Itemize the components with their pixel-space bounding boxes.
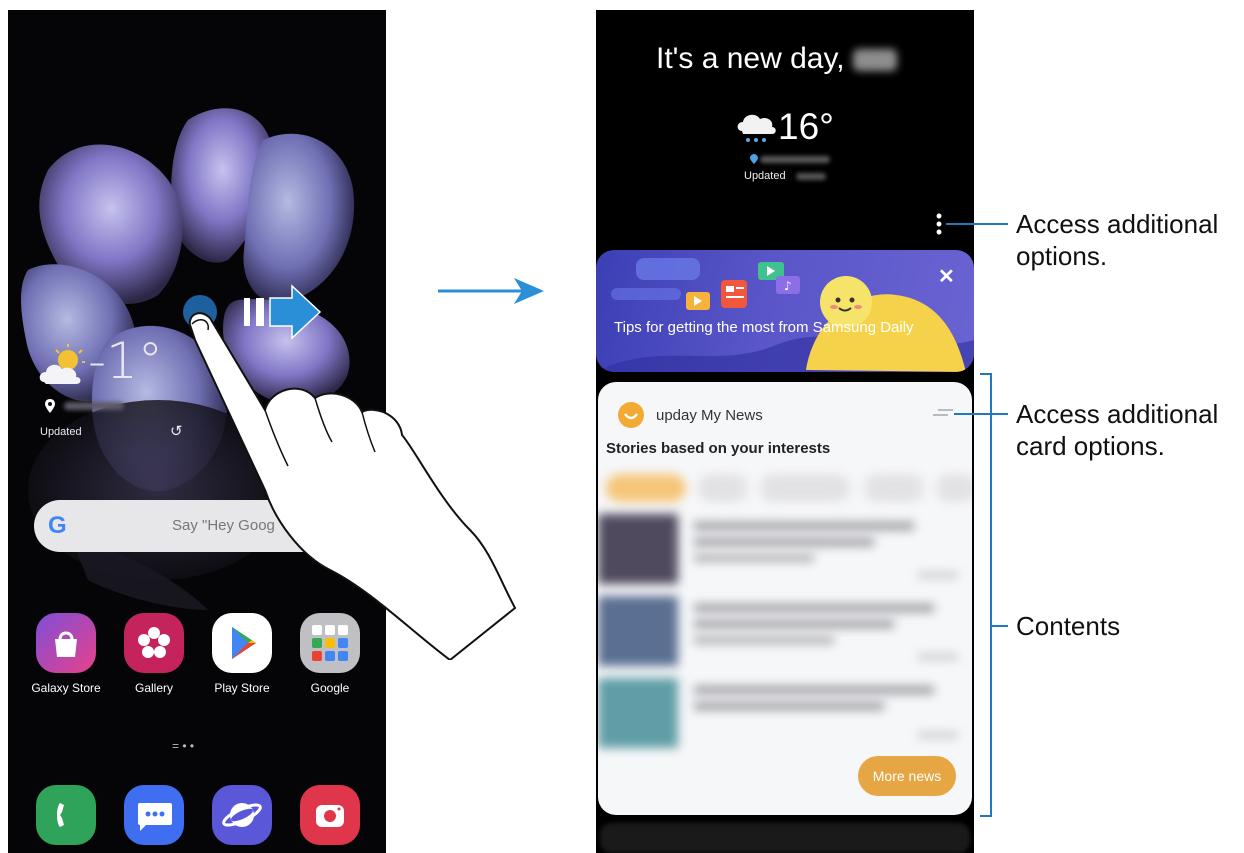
greeting: It's a new day, — [656, 42, 974, 76]
news-headline-blurred — [694, 604, 934, 612]
updated-label: Updated — [744, 170, 786, 182]
news-card[interactable]: upday My News Stories based on your inte… — [598, 382, 972, 815]
temperature-text: 16° — [778, 106, 834, 147]
updated-time-blurred — [796, 173, 826, 180]
location-text-blurred — [64, 402, 124, 410]
upday-logo-icon — [618, 402, 644, 428]
svg-text:♪: ♪ — [784, 279, 792, 293]
news-headline-blurred — [694, 620, 894, 628]
category-chip[interactable] — [864, 474, 924, 502]
transition-arrow — [438, 278, 544, 304]
samsung-daily-screen: It's a new day, 16° Updated • • • ♪ Tips… — [596, 10, 974, 853]
callout-contents: Contents — [1016, 611, 1121, 641]
location-text-blurred — [760, 156, 830, 163]
app-label: Gallery — [134, 681, 173, 695]
updated-label: Updated — [40, 426, 82, 438]
app-label: Galaxy Store — [31, 681, 101, 695]
page-indicator[interactable]: = • • — [172, 739, 194, 753]
news-headline-blurred — [694, 554, 814, 562]
category-chip[interactable] — [698, 474, 748, 502]
location-pin-icon — [750, 154, 758, 164]
news-headline-blurred — [694, 636, 834, 644]
phone-icon[interactable] — [36, 785, 96, 845]
callout-card-options: Access additional card options. — [1016, 399, 1219, 461]
galaxy-store-icon — [36, 613, 96, 673]
partly-cloudy-icon — [39, 344, 85, 384]
news-headline-blurred — [694, 538, 874, 546]
news-headline-blurred — [694, 702, 884, 710]
app-label: Google — [310, 681, 350, 695]
news-thumbnail — [598, 596, 678, 666]
tips-illustration: ♪ — [596, 258, 974, 372]
tips-text: Tips for getting the most from Samsung D… — [614, 319, 914, 336]
news-headline-blurred — [694, 686, 934, 694]
callout-options: Access additional options. — [1016, 209, 1219, 271]
tips-card[interactable]: ♪ Tips for getting the most from Samsung… — [596, 250, 974, 372]
news-card-title: Stories based on your interests — [606, 440, 831, 457]
app-galaxy-store[interactable]: Galaxy Store — [26, 613, 106, 695]
annotation-lines — [946, 223, 1008, 817]
user-name-blurred — [852, 49, 897, 72]
next-card-peek — [600, 823, 970, 853]
category-chip[interactable] — [606, 474, 686, 502]
location-pin-icon — [45, 399, 55, 413]
news-thumbnail — [598, 514, 678, 584]
temperature-text: -1° — [88, 332, 163, 390]
app-label: Play Store — [214, 681, 270, 695]
messages-icon[interactable] — [124, 785, 184, 845]
news-thumbnail — [598, 678, 678, 748]
category-chip[interactable] — [760, 474, 850, 502]
internet-icon[interactable] — [212, 785, 272, 845]
swipe-gesture-illustration — [183, 284, 517, 660]
news-source: upday My News — [656, 407, 763, 424]
greeting-text: It's a new day, — [656, 42, 845, 75]
google-g-icon: G — [48, 512, 67, 539]
news-headline-blurred — [694, 522, 914, 530]
camera-icon[interactable] — [300, 785, 360, 845]
rain-cloud-icon — [737, 114, 776, 142]
